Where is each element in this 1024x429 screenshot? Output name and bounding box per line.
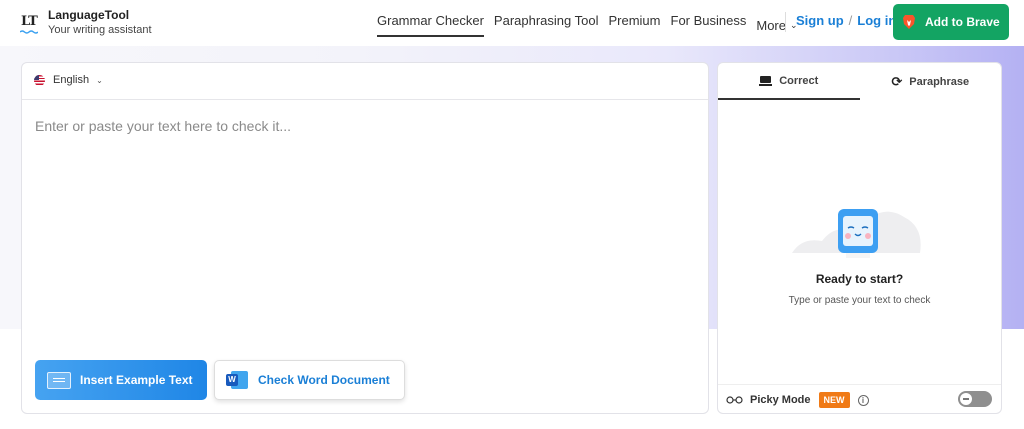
insert-example-label: Insert Example Text [80, 373, 193, 387]
insert-example-text-button[interactable]: Insert Example Text [35, 360, 207, 400]
header: LT LanguageTool Your writing assistant G… [0, 0, 1024, 46]
check-word-document-button[interactable]: W Check Word Document [214, 360, 405, 400]
ready-title: Ready to start? [815, 272, 904, 286]
document-icon [47, 371, 71, 389]
nav-more[interactable]: More ⌄ [756, 13, 797, 37]
panel-divider [718, 384, 1001, 385]
new-badge: NEW [818, 392, 850, 408]
paraphrase-icon: ⟳ [891, 74, 903, 89]
nav-premium[interactable]: Premium [608, 13, 660, 37]
brand-tagline: Your writing assistant [48, 24, 152, 36]
language-selector[interactable]: English ⌄ [34, 74, 103, 86]
main-nav: Grammar Checker Paraphrasing Tool Premiu… [377, 13, 808, 37]
auth-separator: / [848, 13, 853, 28]
text-input[interactable]: Enter or paste your text here to check i… [35, 118, 291, 134]
auth-links: Sign up / Log in [796, 13, 896, 28]
picky-mode-toggle[interactable] [958, 391, 992, 407]
nav-divider [785, 12, 786, 32]
sign-up-link[interactable]: Sign up [796, 13, 844, 28]
nav-grammar-checker[interactable]: Grammar Checker [377, 13, 484, 37]
tab-correct[interactable]: Correct [718, 63, 860, 100]
panel-tabs: Correct ⟳ Paraphrase [718, 63, 1001, 100]
robot-mascot-illustration [792, 209, 921, 258]
check-word-label: Check Word Document [258, 373, 390, 387]
brand-logo[interactable]: LT LanguageTool Your writing assistant [20, 8, 152, 38]
info-icon[interactable]: i [857, 394, 869, 406]
text-editor: English ⌄ Enter or paste your text here … [21, 62, 709, 414]
add-to-brave-button[interactable]: Add to Brave [893, 4, 1009, 40]
editor-divider [22, 99, 708, 100]
picky-mode-label: Picky Mode [750, 394, 811, 406]
us-flag-icon [34, 74, 45, 86]
nav-for-business[interactable]: For Business [671, 13, 747, 37]
laptop-icon [759, 75, 773, 86]
language-label: English [53, 74, 90, 86]
tab-paraphrase[interactable]: ⟳ Paraphrase [860, 63, 1002, 100]
picky-mode-row: Picky Mode NEW i [726, 392, 869, 408]
brave-lion-icon [903, 15, 915, 29]
nav-paraphrasing-tool[interactable]: Paraphrasing Tool [494, 13, 599, 37]
brand-name: LanguageTool [48, 8, 130, 22]
glasses-icon [726, 396, 743, 404]
languagetool-logo-icon: LT [20, 8, 40, 36]
toggle-knob [960, 393, 972, 405]
side-panel: Correct ⟳ Paraphrase Ready to start? Typ… [717, 62, 1002, 414]
ready-hint: Type or paste your text to check [788, 295, 931, 306]
chevron-down-icon: ⌄ [96, 75, 103, 85]
add-to-brave-label: Add to Brave [925, 15, 1000, 29]
log-in-link[interactable]: Log in [857, 13, 896, 28]
microsoft-word-icon: W [226, 371, 248, 389]
